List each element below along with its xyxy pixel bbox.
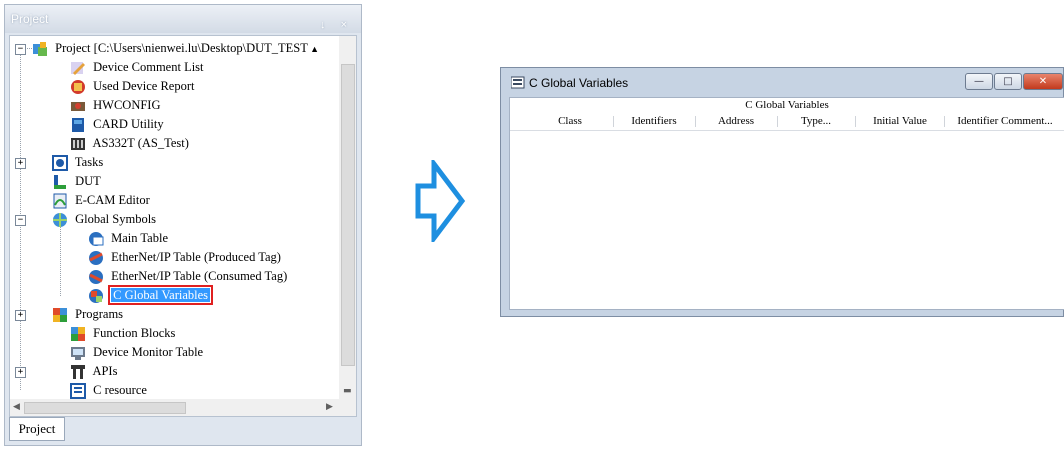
ethernet-produced-icon (89, 251, 103, 266)
table-icon (89, 232, 104, 247)
variables-table: C Global Variables Class Identifiers Add… (509, 97, 1064, 310)
table-column-headers: Class Identifiers Address Type... Initia… (510, 112, 1064, 131)
scroll-left-arrow-icon[interactable]: ◀ (13, 402, 20, 412)
horizontal-scrollbar[interactable]: ◀ ▶ (10, 399, 340, 416)
tree-item-card-utility[interactable]: CARD Utility (70, 115, 164, 133)
monitor-icon (71, 347, 85, 361)
tree-item-hwconfig[interactable]: HWCONFIG (70, 96, 160, 114)
table-group-header: C Global Variables (745, 99, 829, 111)
tree-item-ecam-editor[interactable]: E-CAM Editor (52, 191, 150, 209)
horizontal-scroll-thumb[interactable] (24, 402, 186, 414)
column-header-address[interactable]: Address (698, 112, 774, 130)
c-global-variables-icon (89, 289, 103, 304)
tree-expander[interactable]: − (15, 215, 26, 226)
tree-item-as332t[interactable]: AS332T (AS_Test) (70, 134, 189, 152)
apis-icon (71, 365, 85, 380)
tree-item-function-blocks[interactable]: Function Blocks (70, 324, 175, 342)
tree-expander[interactable]: + (15, 158, 26, 169)
tree-item-global-symbols[interactable]: Global Symbols (52, 210, 156, 228)
tree-item-c-resource[interactable]: C resource (70, 381, 147, 400)
project-panel: Project ↓ × − Project [C:\Users\nienwei.… (4, 4, 362, 446)
tree-item-dut[interactable]: DUT (52, 172, 101, 190)
tree-item-ethernet-produced[interactable]: EtherNet/IP Table (Produced Tag) (88, 248, 281, 266)
tree-expander[interactable]: + (15, 310, 26, 321)
tree-expander[interactable]: + (15, 367, 26, 378)
window-title: C Global Variables (529, 76, 629, 90)
c-resource-icon (70, 383, 86, 400)
vertical-scrollbar[interactable]: ▬ (339, 36, 356, 416)
window-titlebar[interactable]: C Global Variables — □ ✕ (501, 68, 1063, 98)
tree-item-device-comment-list[interactable]: Device Comment List (70, 58, 204, 76)
tree-item-apis[interactable]: APIs (70, 362, 117, 380)
project-tree: − Project [C:\Users\nienwei.lu\Desktop\D… (9, 35, 357, 417)
column-header-identifiers[interactable]: Identifiers (616, 112, 692, 130)
tree-item-main-table[interactable]: Main Table (88, 229, 168, 247)
pencil-icon (71, 62, 85, 76)
programs-icon (53, 308, 67, 323)
minimize-button[interactable]: — (965, 73, 993, 90)
tasks-icon (52, 155, 68, 172)
tree-item-ethernet-consumed[interactable]: EtherNet/IP Table (Consumed Tag) (88, 267, 287, 285)
panel-title: Project (11, 12, 49, 26)
ethernet-consumed-icon (89, 270, 103, 285)
tree-item-device-monitor-table[interactable]: Device Monitor Table (70, 343, 203, 361)
global-symbols-icon (53, 213, 67, 228)
right-arrow-icon (415, 160, 466, 242)
selected-tree-label: C Global Variables (108, 285, 214, 305)
maximize-button[interactable]: □ (994, 73, 1022, 90)
column-header-identifier-comment[interactable]: Identifier Comment... (946, 112, 1064, 130)
window-app-icon (511, 76, 525, 89)
scroll-down-arrow-icon[interactable]: ▬ (343, 386, 352, 396)
tree-item-used-device-report[interactable]: Used Device Report (70, 77, 194, 95)
scroll-up-arrow-icon: ▲ (307, 44, 320, 54)
vertical-scroll-thumb[interactable] (341, 64, 355, 366)
close-button[interactable]: ✕ (1023, 73, 1063, 90)
column-header-class[interactable]: Class (530, 112, 610, 130)
hardware-icon (71, 102, 85, 112)
function-blocks-icon (71, 327, 85, 342)
tree-item-c-global-variables[interactable]: C Global Variables (88, 285, 214, 305)
tree-expander[interactable]: − (15, 44, 26, 55)
column-header-type[interactable]: Type... (780, 112, 852, 130)
c-global-variables-window: C Global Variables — □ ✕ C Global Variab… (500, 67, 1064, 317)
ecam-icon (53, 193, 67, 209)
card-icon (72, 118, 84, 133)
tree-item-tasks[interactable]: Tasks (52, 153, 103, 172)
project-icon (33, 42, 47, 57)
plc-icon (71, 138, 85, 151)
column-header-initial-value[interactable]: Initial Value (858, 112, 942, 130)
tab-project[interactable]: Project (9, 417, 65, 441)
dut-icon (54, 175, 66, 190)
report-icon (71, 80, 85, 95)
tree-item-programs[interactable]: Programs (52, 305, 123, 323)
panel-titlebar: Project ↓ × (5, 5, 361, 33)
tree-item-project[interactable]: Project [C:\Users\nienwei.lu\Desktop\DUT… (32, 39, 319, 57)
scroll-right-arrow-icon[interactable]: ▶ (326, 402, 333, 412)
